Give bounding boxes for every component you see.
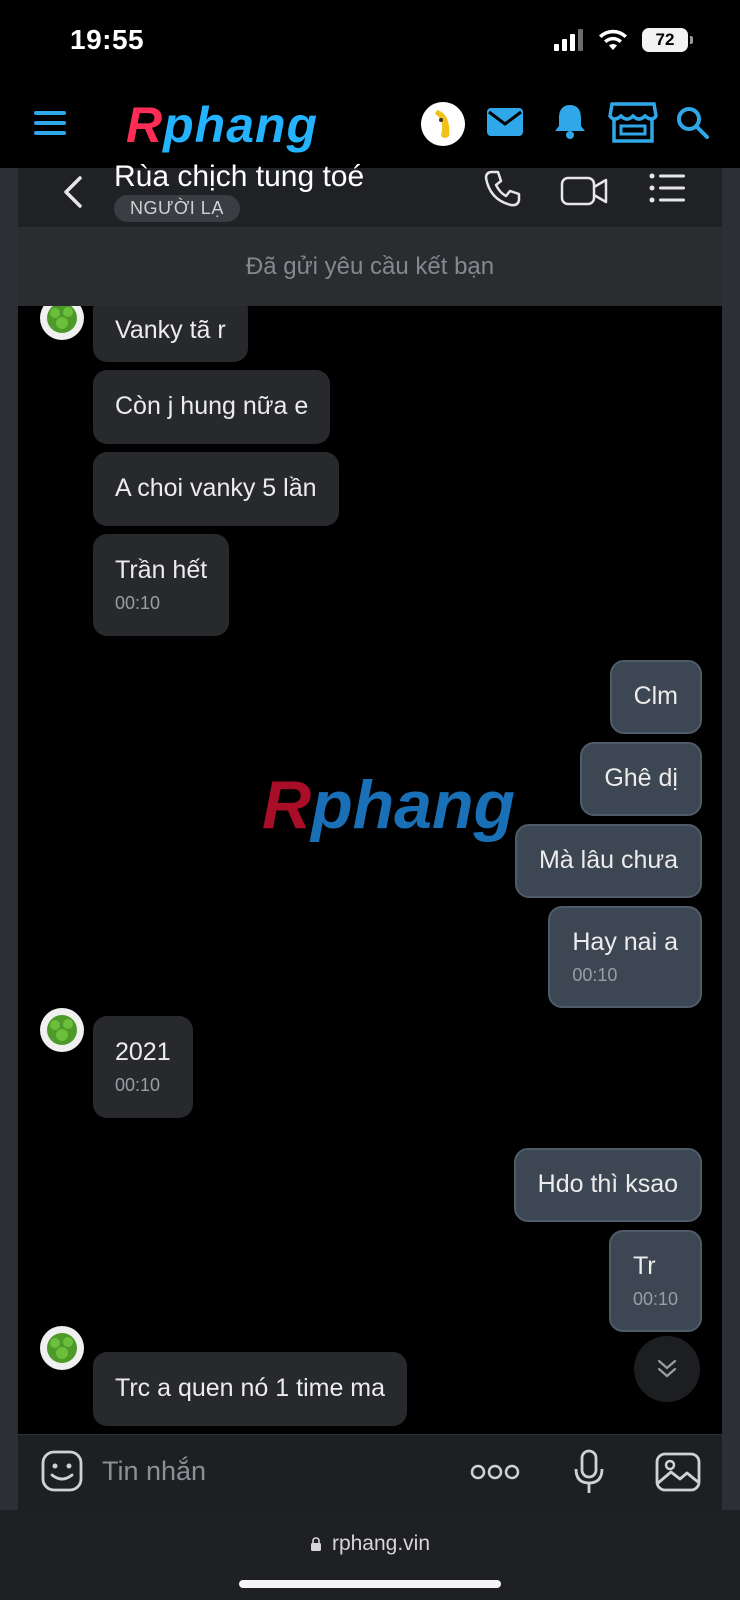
message-composer bbox=[18, 1434, 722, 1510]
message-bubble-outgoing[interactable]: Hdo thì ksao bbox=[513, 1148, 702, 1222]
message-bubble-incoming[interactable]: 2021 00:10 bbox=[93, 1016, 193, 1118]
watermark-logo: Rphang bbox=[262, 766, 515, 844]
message-text: Hay nai a bbox=[572, 928, 678, 956]
message-bubble-outgoing[interactable]: Hay nai a 00:10 bbox=[548, 906, 702, 1008]
list-menu-icon[interactable] bbox=[648, 170, 686, 206]
message-bubble-outgoing[interactable]: Clm bbox=[609, 660, 702, 734]
friend-request-notice: Đã gửi yêu cầu kết bạn bbox=[18, 228, 722, 306]
image-icon[interactable] bbox=[654, 1451, 702, 1493]
microphone-icon[interactable] bbox=[572, 1449, 606, 1495]
chevron-double-down-icon bbox=[657, 1359, 677, 1378]
url-text: rphang.vin bbox=[331, 1532, 431, 1555]
site-header: Rphang bbox=[0, 82, 740, 168]
contact-name[interactable]: Rùa chịch tung toé bbox=[114, 160, 364, 194]
menu-icon[interactable] bbox=[34, 108, 68, 138]
message-bubble-outgoing[interactable]: Ghê dị bbox=[580, 742, 702, 816]
mail-icon[interactable] bbox=[486, 106, 524, 138]
status-icons: 72 bbox=[554, 28, 693, 52]
message-bubble-incoming[interactable]: Vanky tã r bbox=[93, 306, 248, 362]
message-bubble-incoming[interactable]: A choi vanky 5 lần bbox=[93, 452, 339, 526]
message-text: Trc a quen nó 1 time ma bbox=[115, 1374, 386, 1402]
frame-edge-left bbox=[0, 168, 18, 1510]
message-bubble-outgoing[interactable]: Tr 00:10 bbox=[608, 1230, 702, 1332]
message-text: A choi vanky 5 lần bbox=[115, 474, 317, 502]
scroll-to-bottom-button[interactable] bbox=[634, 1336, 700, 1402]
message-bubble-incoming[interactable]: Còn j hung nữa e bbox=[93, 370, 331, 444]
message-list[interactable]: Vanky tã r Còn j hung nữa e A choi vanky… bbox=[18, 306, 722, 1434]
status-time: 19:55 bbox=[70, 24, 145, 55]
banana-avatar-icon bbox=[435, 110, 450, 138]
status-bar: 19:55 72 bbox=[0, 0, 740, 82]
signal-icon bbox=[554, 29, 583, 51]
sticker-icon[interactable] bbox=[40, 1449, 84, 1493]
phone-icon[interactable] bbox=[482, 168, 522, 208]
message-text: Trần hết bbox=[115, 556, 208, 584]
message-bubble-incoming[interactable]: Trc a quen nó 1 time ma bbox=[93, 1352, 408, 1426]
logo-part2: phang bbox=[163, 97, 319, 153]
message-text: Clm bbox=[633, 682, 678, 710]
message-text: Mà lâu chưa bbox=[538, 846, 678, 874]
video-call-icon[interactable] bbox=[560, 170, 608, 210]
chat-header: Rùa chịch tung toé NGƯỜI LẠ bbox=[18, 160, 722, 228]
url-display[interactable]: rphang.vin bbox=[0, 1532, 740, 1556]
user-avatar[interactable] bbox=[421, 102, 465, 146]
message-time: 00:10 bbox=[632, 1289, 678, 1309]
stranger-badge: NGƯỜI LẠ bbox=[114, 195, 240, 222]
contact-avatar[interactable] bbox=[40, 1008, 84, 1052]
wifi-icon bbox=[599, 29, 627, 50]
message-time: 00:10 bbox=[115, 1075, 161, 1095]
site-logo[interactable]: Rphang bbox=[126, 96, 318, 154]
frog-avatar-icon bbox=[47, 1333, 77, 1363]
message-text: Ghê dị bbox=[604, 764, 678, 792]
logo-part1: R bbox=[126, 97, 164, 153]
message-time: 00:10 bbox=[572, 965, 618, 985]
message-time: 00:10 bbox=[115, 593, 161, 613]
message-text: 2021 bbox=[115, 1038, 171, 1066]
message-text: Hdo thì ksao bbox=[537, 1170, 678, 1198]
message-text: Tr bbox=[632, 1252, 656, 1280]
browser-url-bar: rphang.vin bbox=[0, 1510, 740, 1600]
lock-icon bbox=[310, 1537, 321, 1551]
message-input[interactable] bbox=[102, 1447, 442, 1495]
message-text: Còn j hung nữa e bbox=[115, 392, 309, 420]
more-options-icon[interactable] bbox=[470, 1461, 520, 1483]
message-bubble-incoming[interactable]: Trần hết 00:10 bbox=[93, 534, 230, 636]
watermark-part2: phang bbox=[311, 767, 516, 843]
search-icon[interactable] bbox=[676, 106, 710, 140]
frog-avatar-icon bbox=[47, 1015, 77, 1045]
bell-icon[interactable] bbox=[552, 102, 588, 140]
battery-indicator: 72 bbox=[642, 28, 693, 52]
message-bubble-outgoing[interactable]: Mà lâu chưa bbox=[514, 824, 702, 898]
frog-avatar-icon bbox=[47, 306, 77, 333]
message-text: Vanky tã r bbox=[115, 316, 226, 344]
contact-avatar[interactable] bbox=[40, 1326, 84, 1370]
watermark-part1: R bbox=[262, 767, 312, 843]
frame-edge-right bbox=[722, 168, 740, 1510]
contact-avatar[interactable] bbox=[40, 306, 84, 340]
home-indicator[interactable] bbox=[239, 1580, 501, 1588]
back-icon[interactable] bbox=[58, 172, 88, 212]
store-icon[interactable] bbox=[608, 100, 658, 144]
